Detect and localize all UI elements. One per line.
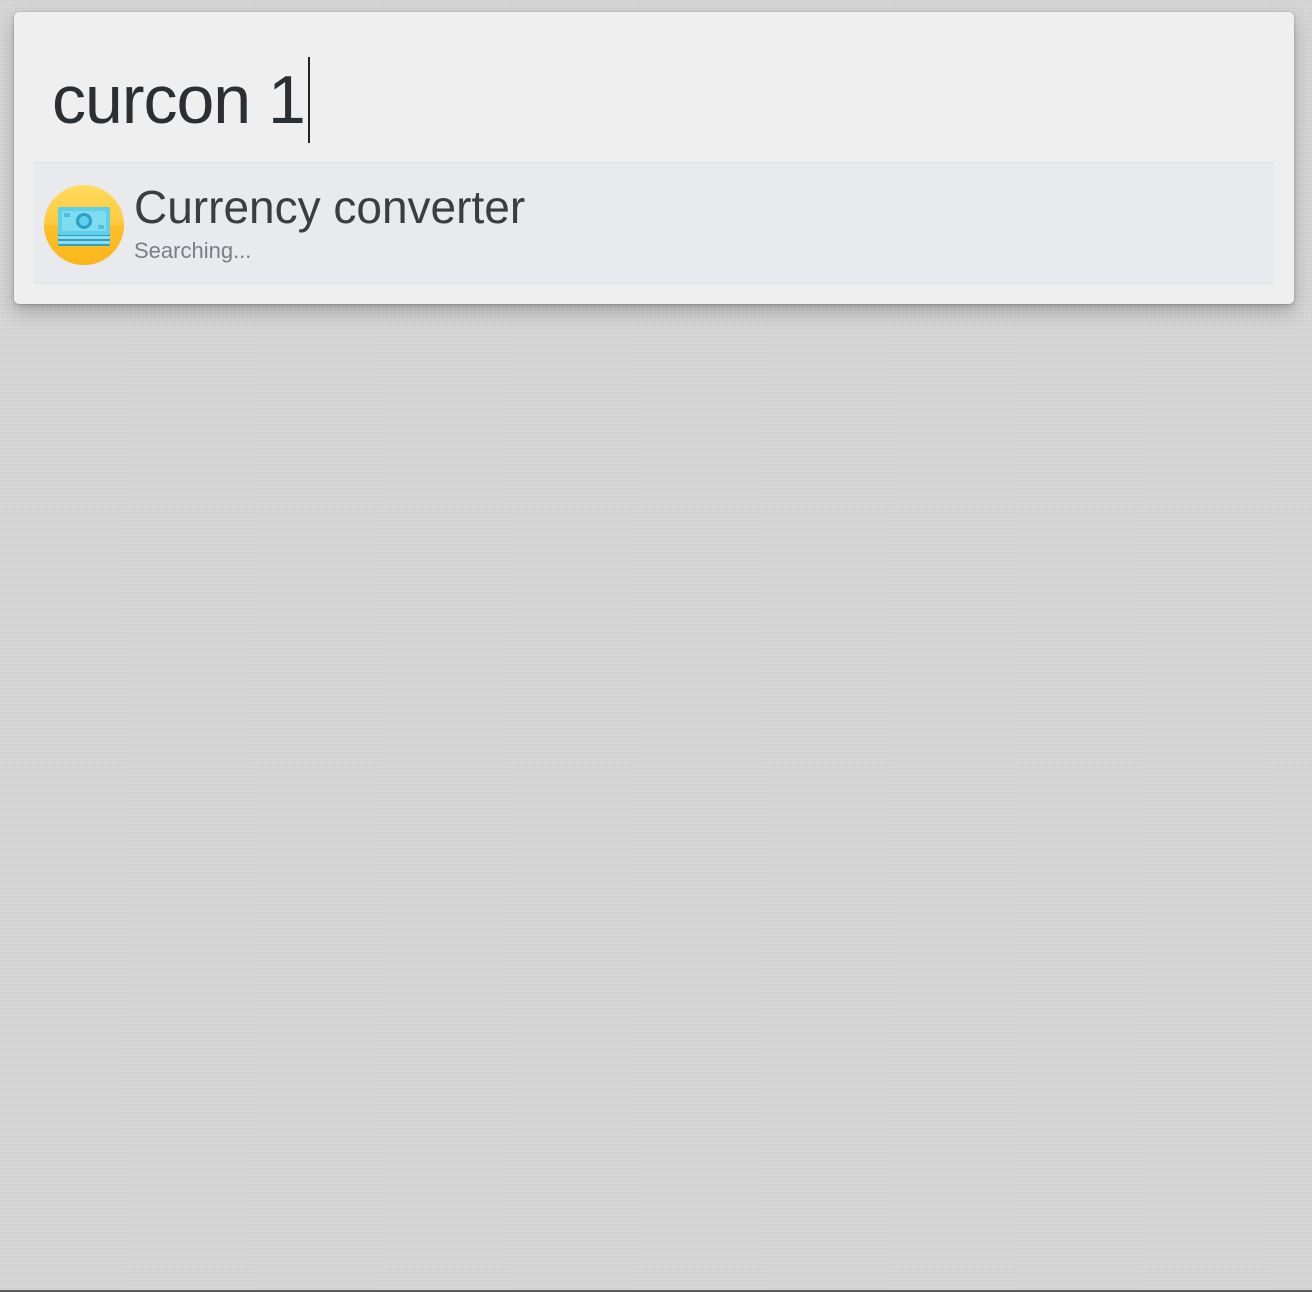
text-caret bbox=[307, 57, 310, 143]
search-bar[interactable]: curcon 1 bbox=[14, 12, 1294, 162]
search-query-text: curcon 1 bbox=[52, 62, 306, 138]
result-item-currency-converter[interactable]: Currency converter Searching... bbox=[34, 163, 1274, 283]
result-subtitle: Searching... bbox=[134, 238, 252, 263]
search-input[interactable]: curcon 1 bbox=[52, 50, 310, 150]
desktop-background: { "launcher": { "query": "curcon 1", "re… bbox=[0, 0, 1312, 1292]
result-title: Currency converter bbox=[134, 181, 526, 233]
money-banknote-icon bbox=[44, 185, 124, 265]
launcher-window: curcon 1 Currency converter Searching... bbox=[14, 12, 1294, 304]
results-list: Currency converter Searching... bbox=[34, 162, 1274, 284]
